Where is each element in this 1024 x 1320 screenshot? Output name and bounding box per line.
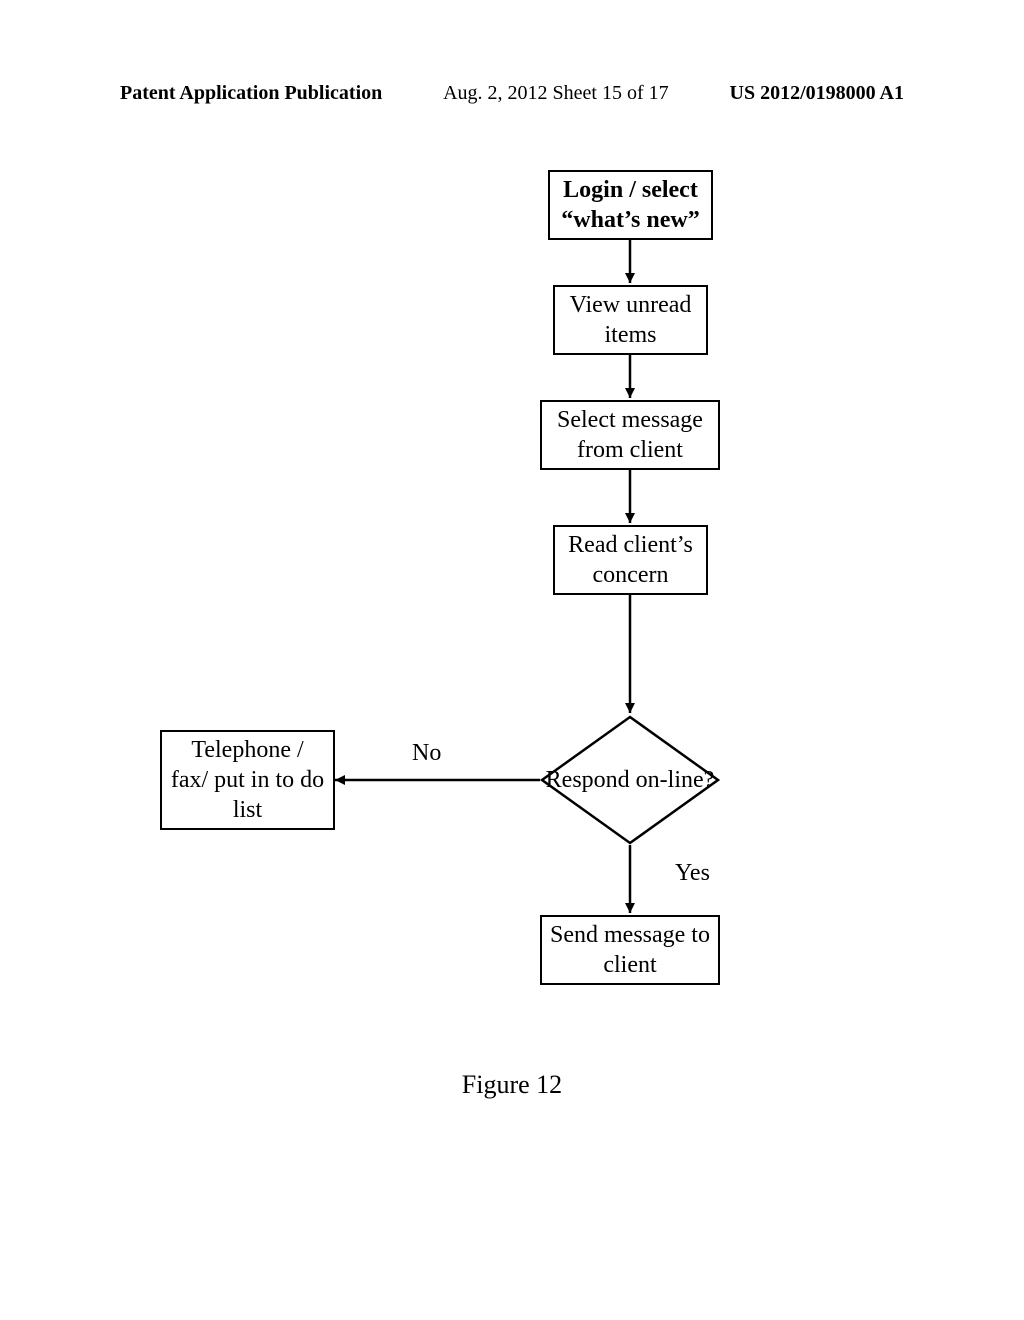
step-select-message-label: Select message from client [550,405,710,465]
decision-respond-online: Respond on-line? [540,715,720,845]
decision-label: Respond on-line? [540,715,720,845]
page-header: Patent Application Publication Aug. 2, 2… [0,82,1024,105]
step-read-concern: Read client’s concern [553,525,708,595]
step-no-branch: Telephone / fax/ put in to do list [160,730,335,830]
step-login-label: Login / select “what’s new” [558,175,703,235]
step-send-message-label: Send message to client [550,920,710,980]
step-view-unread-label: View unread items [563,290,698,350]
header-center: Aug. 2, 2012 Sheet 15 of 17 [443,82,669,105]
decision-text: Respond on-line? [546,766,715,795]
flowchart: Login / select “what’s new” View unread … [0,160,1024,1160]
step-send-message: Send message to client [540,915,720,985]
figure-caption: Figure 12 [0,1070,1024,1100]
step-select-message: Select message from client [540,400,720,470]
edge-label-no: No [412,740,441,767]
step-read-concern-label: Read client’s concern [563,530,698,590]
flow-connectors [0,160,1024,1160]
header-right: US 2012/0198000 A1 [730,82,904,105]
header-left: Patent Application Publication [120,82,382,105]
step-no-branch-label: Telephone / fax/ put in to do list [170,735,325,825]
step-view-unread: View unread items [553,285,708,355]
edge-label-yes: Yes [675,860,710,887]
step-login: Login / select “what’s new” [548,170,713,240]
